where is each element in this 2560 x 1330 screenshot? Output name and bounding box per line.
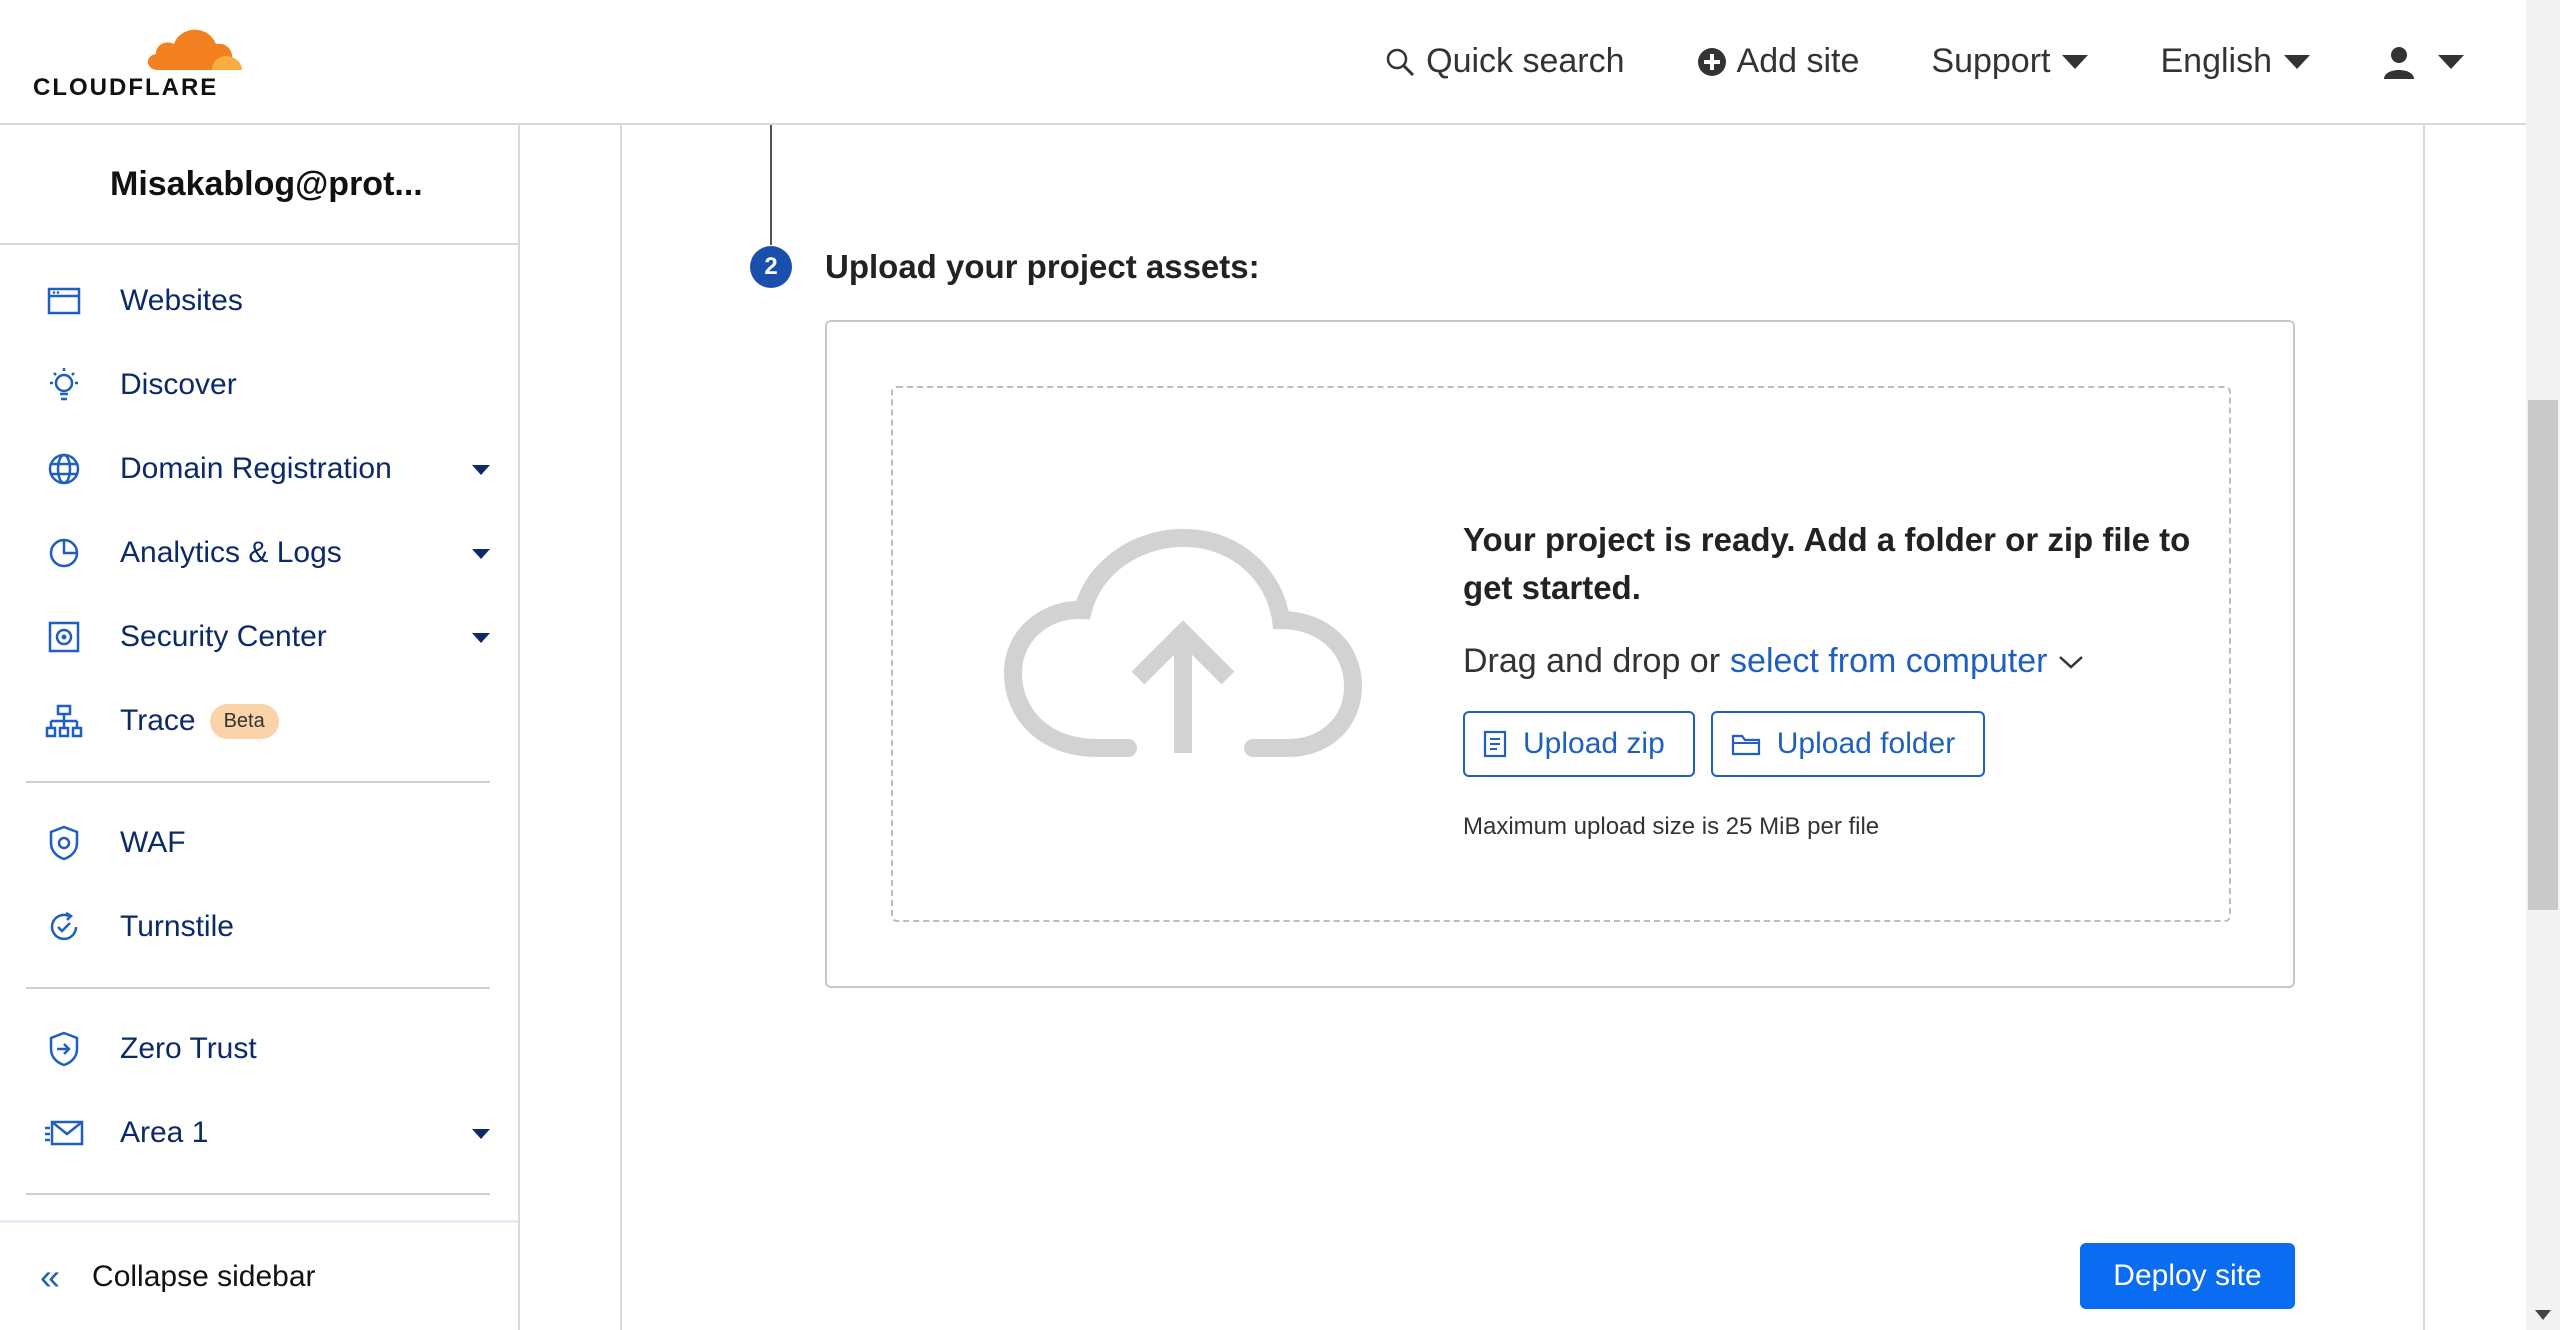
plus-circle-icon (1697, 47, 1726, 76)
top-nav: Quick search Add site Support English (1312, 0, 2464, 123)
language-menu[interactable]: English (2160, 42, 2310, 81)
upload-folder-label: Upload folder (1776, 727, 1956, 760)
sidebar-item-discover[interactable]: Discover (26, 343, 518, 427)
sidebar-item-label: Websites (120, 284, 243, 317)
beta-badge: Beta (209, 703, 279, 739)
caret-down-icon (2284, 54, 2310, 69)
scrollbar-thumb[interactable] (2528, 400, 2558, 910)
user-icon (2384, 46, 2414, 79)
upload-title: Your project is ready. Add a folder or z… (1463, 521, 2191, 606)
search-icon (1386, 48, 1415, 76)
sidebar-divider (26, 1193, 490, 1195)
upload-zip-label: Upload zip (1523, 727, 1665, 760)
double-chevron-left-icon: « (40, 1255, 61, 1297)
select-from-computer-link[interactable]: select from computer (1730, 642, 2047, 681)
lightbulb-icon (44, 365, 84, 405)
folder-icon (1731, 734, 1760, 756)
collapse-sidebar-button[interactable]: « Collapse sidebar (0, 1220, 518, 1330)
sidebar-item-area-1[interactable]: Area 1 (26, 1091, 518, 1175)
sidebar-item-label: Security Center (120, 620, 327, 653)
sidebar: Misakablog@prot... Websites Discover Dom… (0, 125, 520, 1330)
add-site-button[interactable]: Add site (1697, 42, 1860, 81)
security-center-icon (44, 617, 84, 657)
drag-drop-row: Drag and drop or select from computer (1463, 642, 2223, 681)
file-dropzone[interactable]: Your project is ready. Add a folder or z… (891, 386, 2231, 922)
sidebar-divider (26, 781, 490, 783)
step-number-badge: 2 (750, 246, 792, 288)
sidebar-item-security-center[interactable]: Security Center (26, 595, 518, 679)
envelope-icon (44, 1113, 84, 1153)
sidebar-item-websites[interactable]: Websites (26, 259, 518, 343)
sidebar-item-zero-trust[interactable]: Zero Trust (26, 1007, 518, 1091)
quick-search-label: Quick search (1426, 42, 1625, 80)
top-bar: CLOUDFLARE Quick search Add site Support… (0, 0, 2526, 125)
sidebar-item-label: Area 1 (120, 1116, 209, 1149)
account-name[interactable]: Misakablog@prot... (0, 125, 518, 245)
content-border-left (620, 125, 622, 1330)
upload-zip-button[interactable]: Upload zip (1463, 711, 1695, 777)
drag-drop-text: Drag and drop or (1463, 642, 1721, 680)
step-title: Upload your project assets: (825, 248, 1260, 285)
upload-folder-button[interactable]: Upload folder (1710, 711, 1986, 777)
browser-window-icon (44, 281, 84, 321)
user-menu[interactable] (2382, 45, 2464, 79)
sidebar-item-label: Analytics & Logs (120, 536, 342, 569)
turnstile-icon (44, 907, 84, 947)
caret-down-icon[interactable] (472, 1129, 490, 1139)
support-menu[interactable]: Support (1931, 42, 2089, 81)
support-label: Support (1931, 42, 2051, 80)
dropzone-text: Your project is ready. Add a folder or z… (1463, 516, 2223, 841)
sitemap-icon (44, 701, 84, 741)
collapse-sidebar-label: Collapse sidebar (92, 1259, 316, 1293)
scroll-down-arrow-icon[interactable] (2535, 1310, 2551, 1320)
deploy-site-button[interactable]: Deploy site (2080, 1243, 2295, 1309)
sidebar-item-label: WAF (120, 826, 186, 859)
sidebar-item-label: Discover (120, 368, 237, 401)
brand-wordmark: CLOUDFLARE (33, 74, 219, 101)
caret-down-icon[interactable] (472, 633, 490, 643)
caret-down-icon (2062, 54, 2089, 69)
pie-chart-icon (44, 533, 84, 573)
sidebar-item-turnstile[interactable]: Turnstile (26, 885, 518, 969)
zero-trust-icon (44, 1029, 84, 1069)
cloud-upload-icon (1003, 528, 1363, 757)
step-connector-line (770, 125, 772, 245)
caret-down-icon[interactable] (472, 465, 490, 475)
sidebar-item-domain-registration[interactable]: Domain Registration (26, 427, 518, 511)
sidebar-item-label: Domain Registration (120, 452, 392, 485)
sidebar-item-trace[interactable]: Trace Beta (26, 679, 518, 763)
sidebar-item-label: Zero Trust (120, 1032, 257, 1065)
file-icon (1483, 730, 1507, 758)
globe-icon (44, 449, 84, 489)
content-border-right (2423, 125, 2425, 1330)
chevron-down-icon[interactable] (2058, 654, 2084, 670)
caret-down-icon[interactable] (472, 549, 490, 559)
sidebar-item-label: Trace (120, 704, 196, 737)
cloudflare-logo[interactable]: CLOUDFLARE (33, 22, 248, 102)
sidebar-nav: Websites Discover Domain Registration An… (0, 245, 518, 1195)
quick-search-button[interactable]: Quick search (1384, 42, 1625, 81)
sidebar-item-analytics-logs[interactable]: Analytics & Logs (26, 511, 518, 595)
caret-down-icon (2438, 54, 2464, 69)
add-site-label: Add site (1736, 42, 1860, 80)
sidebar-divider (26, 987, 490, 989)
upload-card: Your project is ready. Add a folder or z… (825, 320, 2295, 988)
sidebar-item-waf[interactable]: WAF (26, 801, 518, 885)
cloudflare-cloud-icon (147, 29, 242, 70)
language-label: English (2160, 42, 2272, 80)
sidebar-item-label: Turnstile (120, 910, 234, 943)
upload-buttons: Upload zip Upload folder (1463, 711, 2223, 777)
shield-gear-icon (44, 823, 84, 863)
max-upload-note: Maximum upload size is 25 MiB per file (1463, 813, 1880, 840)
